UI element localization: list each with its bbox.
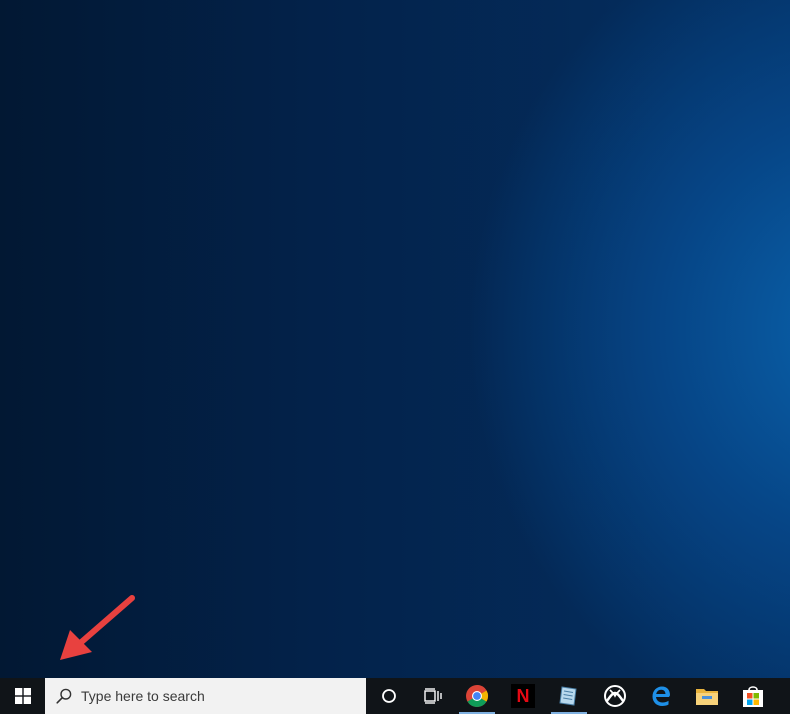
search-icon [56, 688, 72, 704]
taskbar-store-button[interactable] [730, 678, 776, 714]
taskbar-xbox-button[interactable] [592, 678, 638, 714]
task-view-button[interactable] [412, 678, 454, 714]
cortana-button[interactable] [366, 678, 412, 714]
taskbar-app-button[interactable] [546, 678, 592, 714]
task-view-icon [424, 688, 442, 704]
store-icon [743, 686, 763, 707]
folder-icon [696, 689, 718, 705]
search-input[interactable]: Type here to search [45, 678, 366, 714]
windows-logo-icon [14, 688, 31, 704]
edge-icon [652, 686, 670, 706]
notebook-icon [559, 686, 577, 706]
xbox-icon [604, 685, 626, 707]
taskbar: Type here to search N [0, 678, 790, 714]
search-placeholder: Type here to search [81, 688, 205, 704]
netflix-icon: N [511, 684, 535, 708]
netflix-glyph: N [516, 686, 530, 706]
chrome-icon [466, 685, 488, 707]
taskbar-chrome-button[interactable] [454, 678, 500, 714]
annotation-arrow [60, 595, 135, 660]
taskbar-edge-button[interactable] [638, 678, 684, 714]
cortana-icon [382, 689, 396, 703]
desktop-wallpaper [0, 0, 790, 678]
taskbar-file-explorer-button[interactable] [684, 678, 730, 714]
taskbar-netflix-button[interactable]: N [500, 678, 546, 714]
start-button[interactable] [0, 678, 45, 714]
